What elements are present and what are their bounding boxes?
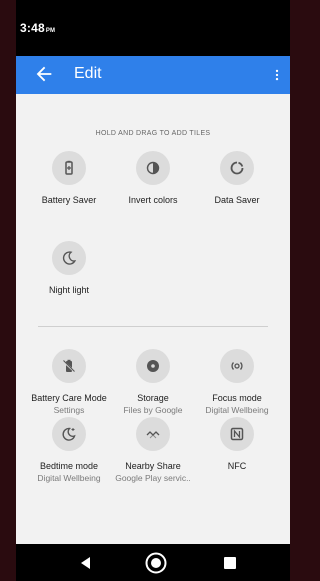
nav-back-icon[interactable] (78, 555, 94, 571)
page-title: Edit (74, 65, 102, 82)
drag-hint: HOLD AND DRAG TO ADD TILES (95, 130, 211, 137)
battery-saver-icon (65, 160, 73, 175)
back-arrow-icon[interactable] (33, 62, 55, 86)
nfc-icon (230, 427, 244, 441)
tile-label: Nearby Share (125, 461, 181, 471)
tile-label: Battery Care Mode (31, 393, 107, 403)
tile-circle (52, 417, 86, 451)
tiles-editor: HOLD AND DRAG TO ADD TILES Battery Saver… (16, 94, 290, 544)
tile-label: Storage (137, 393, 169, 403)
data-saver-icon (230, 161, 244, 175)
tile-focus-mode[interactable]: Focus mode Digital Wellbeing (191, 349, 283, 415)
focus-mode-icon (231, 362, 243, 370)
tile-storage[interactable]: Storage Files by Google (107, 349, 199, 415)
nav-home-icon[interactable] (145, 552, 167, 574)
more-options-icon[interactable] (270, 62, 284, 88)
tile-label: Battery Saver (41, 195, 97, 205)
tile-label: Focus mode (212, 393, 262, 403)
status-time: 3:48PM (20, 21, 55, 35)
status-bar: 3:48PM (16, 0, 290, 56)
tile-circle (52, 349, 86, 383)
status-time-value: 3:48 (20, 21, 45, 35)
status-ampm: PM (45, 28, 56, 34)
tile-circle (136, 349, 170, 383)
tile-label: Data Saver (214, 195, 260, 205)
tile-invert-colors[interactable]: Invert colors (107, 151, 199, 205)
storage-icon (147, 360, 159, 372)
battery-care-icon (62, 359, 76, 373)
tile-sublabel: Digital Wellbeing (37, 473, 101, 483)
tile-circle (220, 349, 254, 383)
invert-colors-icon (146, 161, 160, 175)
tile-label: Invert colors (128, 195, 178, 205)
tile-circle (220, 417, 254, 451)
tile-sublabel: Files by Google (123, 405, 183, 415)
nav-recents-icon[interactable] (224, 557, 236, 569)
tile-circle (136, 151, 170, 185)
tile-night-light[interactable]: Night light (23, 241, 115, 295)
section-divider (38, 326, 268, 327)
tile-circle (220, 151, 254, 185)
tile-circle (52, 151, 86, 185)
tile-circle (52, 241, 86, 275)
tile-label: NFC (227, 461, 247, 471)
tile-bedtime-mode[interactable]: Bedtime mode Digital Wellbeing (23, 417, 115, 483)
phone-screen: 3:48PM Edit HOLD AND DRAG TO ADD TILES B… (16, 0, 290, 581)
tile-battery-care-mode[interactable]: Battery Care Mode Settings (23, 349, 115, 415)
tile-nfc[interactable]: NFC (191, 417, 283, 471)
tile-data-saver[interactable]: Data Saver (191, 151, 283, 205)
tile-sublabel: Digital Wellbeing (205, 405, 269, 415)
nearby-share-icon (146, 431, 160, 439)
bedtime-mode-icon (62, 427, 76, 441)
tile-battery-saver[interactable]: Battery Saver (23, 151, 115, 205)
app-bar: Edit (16, 56, 290, 94)
tile-sublabel: Settings (53, 405, 85, 415)
tile-sublabel: Google Play servic.. (115, 473, 191, 483)
tile-circle (136, 417, 170, 451)
tile-nearby-share[interactable]: Nearby Share Google Play servic.. (107, 417, 199, 483)
tile-label: Night light (48, 285, 90, 295)
tile-label: Bedtime mode (39, 461, 99, 471)
night-light-icon (62, 251, 77, 265)
navigation-bar (16, 544, 290, 581)
